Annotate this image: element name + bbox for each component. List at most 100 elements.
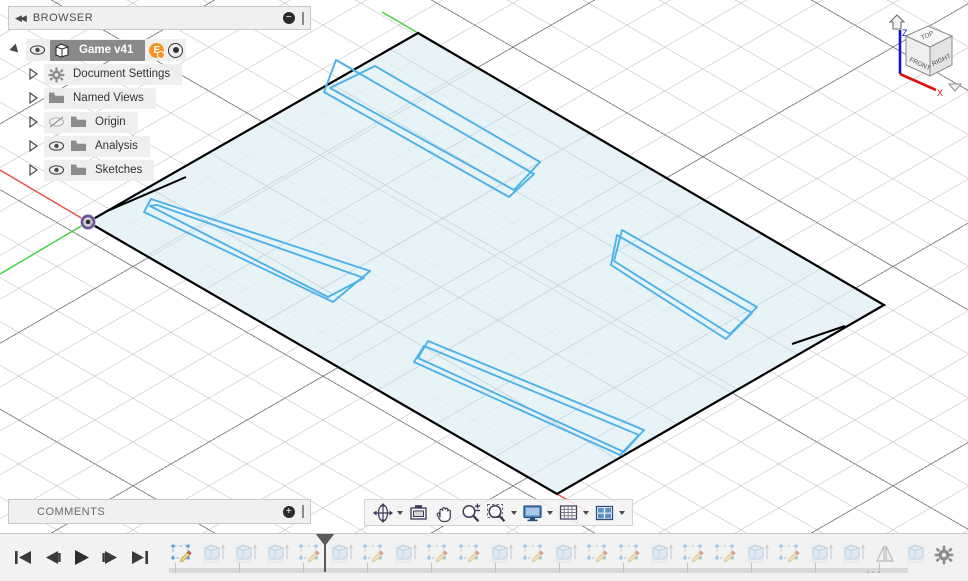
step-forward-button[interactable] xyxy=(101,549,120,566)
timeline-settings-gear-icon xyxy=(934,545,954,565)
sidebar-item-named-views[interactable]: Named Views xyxy=(8,86,156,110)
pan-tool-button[interactable] xyxy=(432,501,457,524)
timeline-feature-extrude[interactable] xyxy=(391,538,423,572)
document-settings-chip[interactable]: Document Settings xyxy=(44,64,182,85)
timeline-feature-sketch[interactable] xyxy=(711,538,743,572)
activate-radio-icon[interactable] xyxy=(168,43,183,58)
navigation-bar[interactable] xyxy=(364,499,633,526)
chevron-down-icon[interactable] xyxy=(619,511,625,515)
timeline-feature-sketch[interactable] xyxy=(679,538,711,572)
grid-snaps-button[interactable] xyxy=(556,501,591,524)
chevron-down-icon[interactable] xyxy=(547,511,553,515)
expand-triangle-icon[interactable] xyxy=(26,163,40,177)
timeline-playhead[interactable] xyxy=(324,534,326,572)
chevron-down-icon[interactable] xyxy=(583,511,589,515)
expand-triangle-icon[interactable] xyxy=(26,91,40,105)
eye-visible-icon[interactable] xyxy=(29,43,46,58)
analysis-chip[interactable]: Analysis xyxy=(44,136,150,157)
eye-visible-icon[interactable] xyxy=(48,139,65,154)
orbit-tool-button[interactable] xyxy=(370,501,405,524)
sidebar-item-label: Named Views xyxy=(70,92,147,104)
timeline-feature-sketch[interactable] xyxy=(583,538,615,572)
browser-header[interactable]: ◀◀ BROWSER − xyxy=(8,6,311,30)
external-reference-badge-icon[interactable]: E xyxy=(149,43,164,58)
minimize-circle-icon[interactable]: − xyxy=(283,12,295,24)
timeline-feature-extrude[interactable] xyxy=(551,538,583,572)
viewport-layout-button[interactable] xyxy=(592,501,627,524)
timeline-feature-extrude[interactable] xyxy=(647,538,679,572)
timeline-feature-extrude[interactable] xyxy=(807,538,839,572)
zoom-window-tool-button[interactable] xyxy=(484,501,519,524)
expand-triangle-icon[interactable] xyxy=(26,115,40,129)
orbit-icon xyxy=(372,503,394,523)
collapse-left-arrows-icon[interactable]: ◀◀ xyxy=(15,13,25,24)
go-to-beginning-button[interactable] xyxy=(14,549,33,566)
chevron-down-icon[interactable] xyxy=(397,511,403,515)
eye-visible-icon[interactable] xyxy=(48,163,65,178)
timeline-track[interactable]: ··· xyxy=(161,534,926,581)
pan-hand-icon xyxy=(434,503,455,523)
home-icon[interactable] xyxy=(890,15,904,29)
timeline-feature-sketch[interactable] xyxy=(423,538,455,572)
sidebar-item-label: Sketches xyxy=(92,164,145,176)
origin-chip[interactable]: Origin xyxy=(44,112,138,133)
sidebar-item-sketches[interactable]: Sketches xyxy=(8,158,154,182)
timeline-feature-extrude[interactable] xyxy=(231,538,263,572)
timeline-feature-extrude[interactable] xyxy=(199,538,231,572)
timeline-feature-sketch[interactable] xyxy=(519,538,551,572)
browser-panel[interactable]: ◀◀ BROWSER − xyxy=(8,6,311,182)
timeline-bar[interactable]: ··· xyxy=(0,533,968,581)
sidebar-item-analysis[interactable]: Analysis xyxy=(8,134,150,158)
comments-resize-grip[interactable] xyxy=(302,505,304,518)
browser-tree[interactable]: Game v41 E xyxy=(8,38,311,182)
panel-resize-grip[interactable] xyxy=(302,12,304,25)
named-views-chip[interactable]: Named Views xyxy=(44,88,156,109)
extrude-icon xyxy=(746,542,772,568)
timeline-feature-extrude[interactable] xyxy=(487,538,519,572)
sidebar-item-label: Analysis xyxy=(92,140,141,152)
folder-icon xyxy=(70,139,87,154)
add-comment-plus-icon[interactable]: + xyxy=(283,506,295,518)
timeline-settings-button[interactable] xyxy=(926,545,968,570)
play-button[interactable] xyxy=(72,549,91,566)
origin-point-marker[interactable] xyxy=(80,214,96,230)
3d-viewport[interactable]: Z X TOP FRONT RIGHT ◀◀ BROW xyxy=(0,0,968,533)
chevron-down-icon[interactable] xyxy=(511,511,517,515)
viewcube-menu-triangle-icon[interactable] xyxy=(949,84,961,91)
eye-hidden-icon[interactable] xyxy=(48,115,65,130)
comments-panel[interactable]: COMMENTS + xyxy=(8,499,311,524)
timeline-feature-extrude[interactable] xyxy=(903,538,926,572)
view-cube[interactable]: Z X TOP FRONT RIGHT xyxy=(866,4,962,104)
browser-title: BROWSER xyxy=(33,12,283,24)
timeline-feature-sketch[interactable] xyxy=(615,538,647,572)
extrude-icon xyxy=(554,542,580,568)
timeline-feature-sketch[interactable] xyxy=(455,538,487,572)
expand-triangle-icon[interactable] xyxy=(26,139,40,153)
fusion-360-application: Z X TOP FRONT RIGHT ◀◀ BROW xyxy=(0,0,968,581)
timeline-feature-sketch[interactable] xyxy=(775,538,807,572)
tree-row-root-chip[interactable]: Game v41 xyxy=(50,40,145,61)
timeline-feature-extrude[interactable] xyxy=(743,538,775,572)
root-component-label: Game v41 xyxy=(76,44,136,56)
timeline-feature-extrude[interactable] xyxy=(263,538,295,572)
display-monitor-icon xyxy=(522,503,544,523)
tree-row-root[interactable]: Game v41 E xyxy=(8,38,186,62)
extrude-icon xyxy=(650,542,676,568)
sidebar-item-document-settings[interactable]: Document Settings xyxy=(8,62,182,86)
folder-icon xyxy=(48,91,65,106)
expand-triangle-icon[interactable] xyxy=(26,67,40,81)
timeline-feature-sketch[interactable] xyxy=(359,538,391,572)
sidebar-item-origin[interactable]: Origin xyxy=(8,110,138,134)
look-at-tool-button[interactable] xyxy=(406,501,431,524)
timeline-feature-sketch[interactable] xyxy=(167,538,199,572)
expand-triangle-icon[interactable] xyxy=(8,43,22,57)
step-backward-button[interactable] xyxy=(43,549,62,566)
timeline-playback-controls[interactable] xyxy=(0,549,161,566)
display-settings-button[interactable] xyxy=(520,501,555,524)
y-axis-line xyxy=(0,222,88,274)
timeline-feature-list[interactable] xyxy=(167,538,926,574)
zoom-tool-button[interactable] xyxy=(458,501,483,524)
go-to-end-button[interactable] xyxy=(130,549,149,566)
sidebar-item-label: Document Settings xyxy=(70,68,173,80)
sketches-chip[interactable]: Sketches xyxy=(44,160,154,181)
